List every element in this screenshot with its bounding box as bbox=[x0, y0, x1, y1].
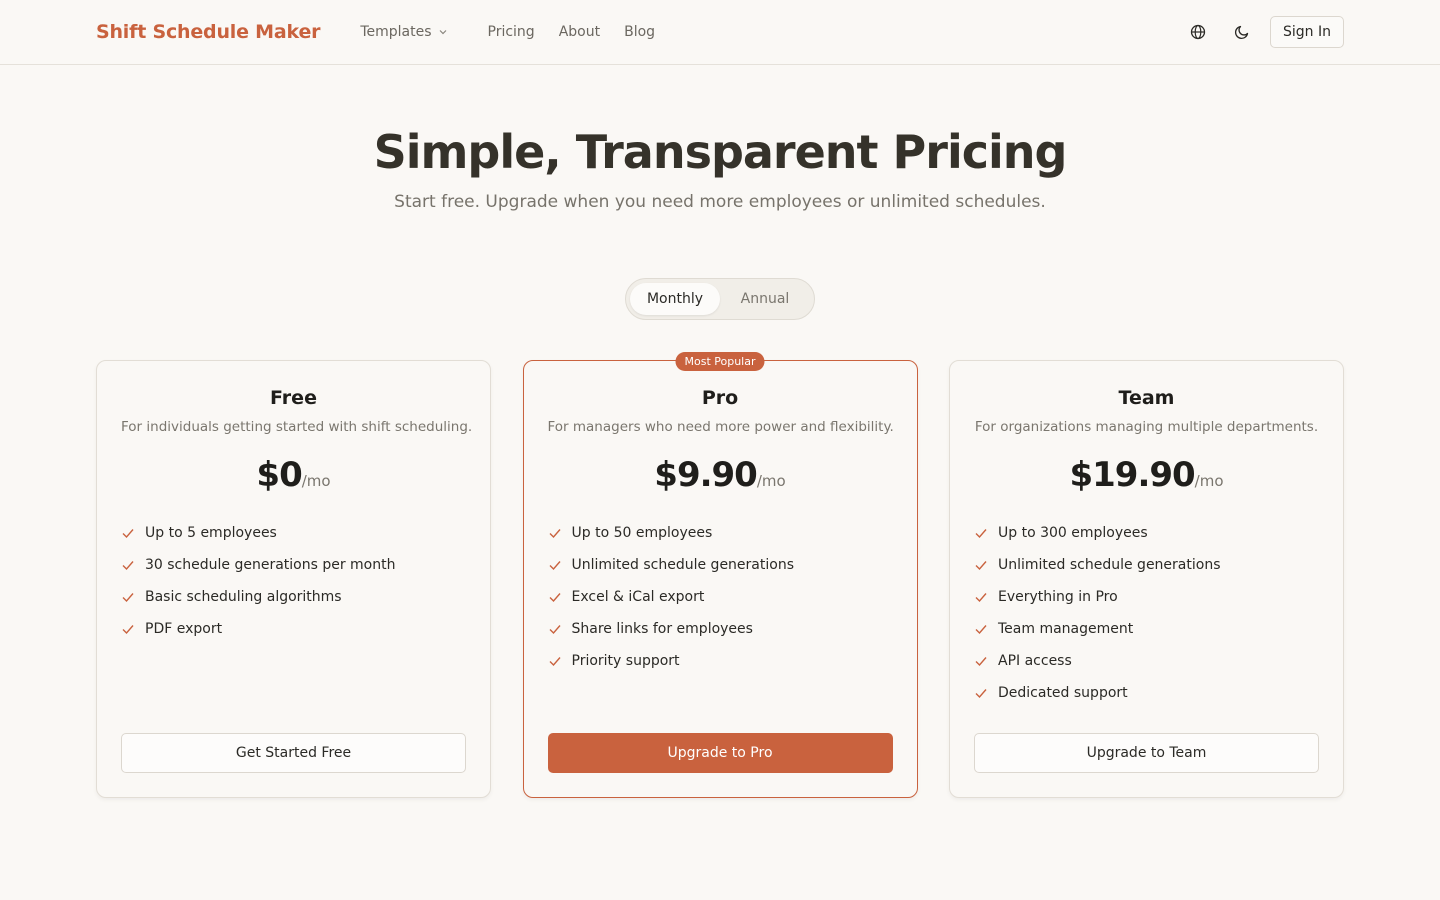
theme-toggle-button[interactable] bbox=[1226, 16, 1258, 48]
feature-list: Up to 5 employees 30 schedule generation… bbox=[121, 517, 466, 645]
upgrade-to-pro-button[interactable]: Upgrade to Pro bbox=[547, 733, 893, 774]
chevron-down-icon bbox=[439, 30, 446, 35]
price-unit: /mo bbox=[1194, 472, 1224, 491]
nav-templates-label: Templates bbox=[360, 24, 432, 40]
check-icon bbox=[549, 625, 561, 635]
feature-item: Basic scheduling algorithms bbox=[121, 581, 466, 613]
feature-list: Up to 50 employees Unlimited schedule ge… bbox=[548, 517, 893, 677]
header-actions: Sign In bbox=[1182, 16, 1344, 48]
feature-text: Everything in Pro bbox=[998, 589, 1118, 606]
globe-icon bbox=[1190, 24, 1206, 40]
feature-text: Basic scheduling algorithms bbox=[145, 589, 342, 606]
check-icon bbox=[549, 593, 561, 603]
price-amount: $19.90 bbox=[1069, 455, 1195, 496]
main-nav: Templates Pricing About Blog bbox=[360, 24, 679, 40]
check-icon bbox=[122, 625, 134, 635]
plan-description: For individuals getting started with shi… bbox=[121, 419, 473, 436]
feature-item: Share links for employees bbox=[548, 613, 893, 645]
billing-toggle: Monthly Annual bbox=[625, 278, 815, 321]
feature-item: Excel & iCal export bbox=[548, 581, 893, 613]
feature-item: PDF export bbox=[121, 613, 466, 645]
most-popular-badge: Most Popular bbox=[675, 352, 765, 372]
feature-item: Priority support bbox=[548, 645, 893, 677]
page-title: Simple, Transparent Pricing bbox=[373, 125, 1068, 179]
plan-card-team: Team For organizations managing multiple… bbox=[949, 360, 1344, 799]
feature-text: Unlimited schedule generations bbox=[571, 557, 795, 574]
feature-text: Up to 300 employees bbox=[998, 525, 1148, 542]
check-icon bbox=[549, 561, 561, 571]
plan-description: For organizations managing multiple depa… bbox=[974, 419, 1319, 436]
plan-price: $9.90/mo bbox=[548, 455, 893, 495]
plan-name: Free bbox=[270, 387, 317, 410]
plan-price: $19.90/mo bbox=[974, 455, 1319, 495]
page-subtitle: Start free. Upgrade when you need more e… bbox=[394, 192, 1046, 213]
check-icon bbox=[549, 657, 561, 667]
price-unit: /mo bbox=[756, 472, 786, 491]
price-amount: $9.90 bbox=[654, 455, 758, 496]
check-icon bbox=[975, 625, 987, 635]
feature-text: 30 schedule generations per month bbox=[145, 557, 396, 574]
feature-text: Team management bbox=[998, 621, 1134, 638]
check-icon bbox=[975, 593, 987, 603]
price-unit: /mo bbox=[301, 472, 331, 491]
feature-item: Dedicated support bbox=[974, 677, 1319, 709]
feature-item: Up to 5 employees bbox=[121, 517, 466, 549]
plan-card-free: Free For individuals getting started wit… bbox=[96, 360, 491, 799]
check-icon bbox=[549, 529, 561, 539]
feature-text: Excel & iCal export bbox=[571, 589, 705, 606]
billing-annual-option[interactable]: Annual bbox=[720, 283, 810, 315]
feature-text: Up to 5 employees bbox=[145, 525, 277, 542]
check-icon bbox=[975, 689, 987, 699]
check-icon bbox=[122, 529, 134, 539]
feature-text: Dedicated support bbox=[998, 685, 1128, 702]
feature-item: 30 schedule generations per month bbox=[121, 549, 466, 581]
plan-card-pro: Most Popular Pro For managers who need m… bbox=[522, 352, 918, 799]
billing-monthly-option[interactable]: Monthly bbox=[630, 283, 720, 316]
brand-logo[interactable]: Shift Schedule Maker bbox=[96, 21, 321, 43]
nav-blog[interactable]: Blog bbox=[624, 24, 655, 40]
feature-item: Everything in Pro bbox=[974, 581, 1319, 613]
upgrade-to-team-button[interactable]: Upgrade to Team bbox=[974, 733, 1319, 774]
feature-item: API access bbox=[974, 645, 1319, 677]
pricing-cards: Free For individuals getting started wit… bbox=[0, 352, 1440, 799]
feature-text: Unlimited schedule generations bbox=[998, 557, 1221, 574]
nav-pricing[interactable]: Pricing bbox=[488, 24, 535, 40]
get-started-free-button[interactable]: Get Started Free bbox=[121, 733, 466, 774]
feature-text: Priority support bbox=[571, 653, 680, 670]
check-icon bbox=[975, 561, 987, 571]
sign-in-button[interactable]: Sign In bbox=[1270, 16, 1344, 48]
top-nav: Shift Schedule Maker Templates Pricing A… bbox=[0, 0, 1440, 65]
feature-list: Up to 300 employees Unlimited schedule g… bbox=[974, 517, 1319, 709]
feature-item: Unlimited schedule generations bbox=[974, 549, 1319, 581]
check-icon bbox=[975, 657, 987, 667]
feature-text: Share links for employees bbox=[571, 621, 753, 638]
feature-item: Up to 300 employees bbox=[974, 517, 1319, 549]
plan-description: For managers who need more power and fle… bbox=[547, 419, 894, 436]
plan-price: $0/mo bbox=[121, 455, 466, 495]
feature-text: PDF export bbox=[145, 621, 223, 638]
feature-text: API access bbox=[998, 653, 1072, 670]
nav-about[interactable]: About bbox=[559, 24, 600, 40]
price-amount: $0 bbox=[256, 455, 302, 496]
feature-item: Up to 50 employees bbox=[548, 517, 893, 549]
feature-item: Unlimited schedule generations bbox=[548, 549, 893, 581]
feature-text: Up to 50 employees bbox=[571, 525, 713, 542]
plan-name: Pro bbox=[701, 387, 739, 410]
moon-icon bbox=[1234, 25, 1249, 40]
nav-templates[interactable]: Templates bbox=[360, 24, 447, 40]
plan-name: Team bbox=[1118, 387, 1175, 410]
feature-item: Team management bbox=[974, 613, 1319, 645]
language-button[interactable] bbox=[1182, 16, 1214, 48]
check-icon bbox=[122, 561, 134, 571]
billing-toggle-wrapper: Monthly Annual bbox=[0, 278, 1440, 321]
check-icon bbox=[975, 529, 987, 539]
hero-section: Simple, Transparent Pricing Start free. … bbox=[0, 125, 1440, 212]
check-icon bbox=[122, 593, 134, 603]
